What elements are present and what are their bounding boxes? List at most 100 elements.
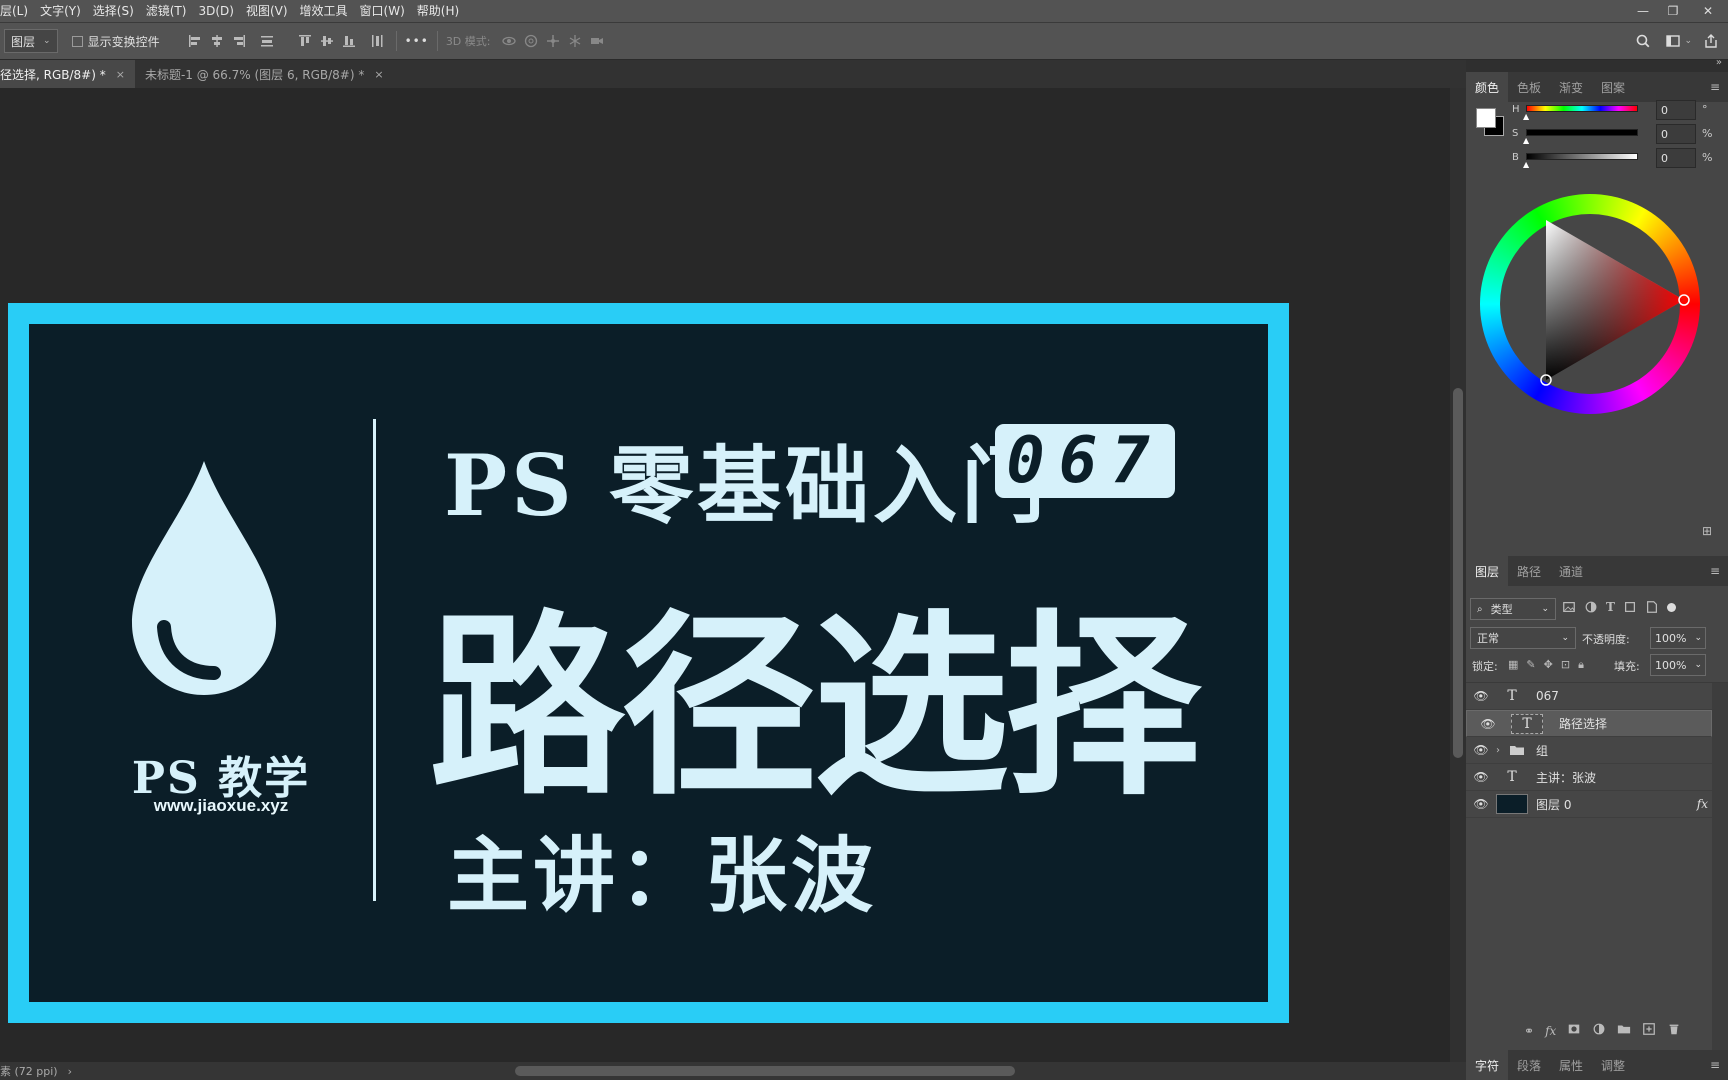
link-layers-icon[interactable]: ⚭: [1524, 1024, 1534, 1038]
tab-properties[interactable]: 属性: [1550, 1050, 1592, 1080]
color-triangle[interactable]: [1480, 194, 1700, 414]
layer-row-067[interactable]: 👁︎ T 067: [1466, 683, 1712, 710]
3d-orbit-icon[interactable]: [498, 30, 520, 52]
vertical-scrollbar[interactable]: [1450, 88, 1466, 1062]
workspace-icon[interactable]: [1662, 30, 1684, 52]
3d-camera-icon[interactable]: [586, 30, 608, 52]
menu-select[interactable]: 选择(S): [87, 0, 140, 22]
opacity-input[interactable]: 100% ⌄: [1650, 627, 1706, 649]
restore-button[interactable]: ❐: [1658, 0, 1688, 22]
tab-paragraph[interactable]: 段落: [1508, 1050, 1550, 1080]
tab-swatches[interactable]: 色板: [1508, 72, 1550, 102]
panel-menu-icon[interactable]: ≡: [1710, 564, 1728, 578]
tab-channels[interactable]: 通道: [1550, 556, 1592, 586]
foreground-swatch[interactable]: [1476, 108, 1496, 128]
delete-layer-icon[interactable]: [1667, 1022, 1681, 1039]
filter-toggle-icon[interactable]: [1666, 602, 1676, 612]
add-icon[interactable]: ⊞: [1702, 524, 1712, 538]
tab-document-2[interactable]: 未标题-1 @ 66.7% (图层 6, RGB/8#) * ×: [135, 60, 394, 88]
minimize-button[interactable]: —: [1628, 0, 1658, 22]
3d-slide-icon[interactable]: [564, 30, 586, 52]
new-layer-icon[interactable]: [1642, 1022, 1656, 1039]
saturation-value[interactable]: 0: [1656, 124, 1696, 144]
tab-gradients[interactable]: 渐变: [1550, 72, 1592, 102]
lock-position-icon[interactable]: ✥: [1544, 658, 1553, 672]
visibility-eye-icon[interactable]: 👁︎: [1466, 743, 1496, 757]
scroll-thumb[interactable]: [1453, 388, 1463, 758]
layer-filter-dropdown[interactable]: ⌕ 类型 ⌄: [1470, 598, 1556, 620]
color-wheel[interactable]: [1480, 194, 1700, 414]
menu-layer[interactable]: 层(L): [0, 0, 34, 22]
share-icon[interactable]: [1700, 30, 1722, 52]
fill-input[interactable]: 100% ⌄: [1650, 654, 1706, 676]
brightness-value[interactable]: 0: [1656, 148, 1696, 168]
slider-handle-icon[interactable]: ▲: [1523, 136, 1529, 145]
distribute-icon[interactable]: [256, 30, 278, 52]
align-center-h-icon[interactable]: [206, 30, 228, 52]
tab-document-1[interactable]: 径选择, RGB/8#) * ×: [0, 60, 135, 88]
panel-menu-icon[interactable]: ≡: [1710, 1058, 1728, 1072]
menu-view[interactable]: 视图(V): [240, 0, 294, 22]
menu-type[interactable]: 文字(Y): [34, 0, 87, 22]
layer-row-group[interactable]: 👁︎ › 组: [1466, 737, 1712, 764]
tab-character[interactable]: 字符: [1466, 1050, 1509, 1080]
horizontal-scroll-thumb[interactable]: [515, 1066, 1015, 1076]
panel-menu-icon[interactable]: ≡: [1710, 80, 1728, 94]
canvas-area[interactable]: PS 教学 www.jiaoxue.xyz PS 零基础入门 067 路径选择 …: [0, 88, 1450, 1062]
close-window-button[interactable]: ✕: [1688, 0, 1728, 22]
filter-smart-object-icon[interactable]: [1645, 600, 1659, 614]
auto-select-target-dropdown[interactable]: 图层 ⌄: [4, 29, 58, 53]
lock-all-icon[interactable]: 🔒︎: [1578, 658, 1584, 672]
search-icon[interactable]: [1632, 30, 1654, 52]
filter-adjustment-icon[interactable]: [1584, 600, 1598, 614]
blend-mode-dropdown[interactable]: 正常 ⌄: [1470, 627, 1576, 649]
hue-slider[interactable]: [1526, 105, 1638, 112]
tab-adjustments[interactable]: 调整: [1592, 1050, 1634, 1080]
align-left-icon[interactable]: [184, 30, 206, 52]
close-icon[interactable]: ×: [374, 68, 383, 81]
lock-transparent-icon[interactable]: ▦: [1508, 658, 1518, 672]
adjustment-layer-icon[interactable]: [1592, 1022, 1606, 1039]
saturation-slider[interactable]: [1526, 129, 1638, 136]
3d-roll-icon[interactable]: [520, 30, 542, 52]
show-transform-checkbox[interactable]: [71, 35, 83, 47]
menu-help[interactable]: 帮助(H): [411, 0, 465, 22]
menu-3d[interactable]: 3D(D): [192, 0, 239, 22]
expand-chevron-icon[interactable]: ›: [1496, 745, 1506, 756]
lock-artboard-icon[interactable]: ⊡: [1561, 658, 1570, 672]
distribute-v-icon[interactable]: [366, 30, 388, 52]
new-group-icon[interactable]: [1617, 1022, 1631, 1039]
hue-value[interactable]: 0: [1656, 100, 1696, 120]
visibility-eye-icon[interactable]: 👁︎: [1466, 797, 1496, 811]
tab-color[interactable]: 颜色: [1466, 72, 1509, 102]
tab-patterns[interactable]: 图案: [1592, 72, 1634, 102]
layer-row-presenter[interactable]: 👁︎ T 主讲：张波: [1466, 764, 1712, 791]
chevron-down-icon[interactable]: ⌄: [1684, 36, 1692, 46]
visibility-eye-icon[interactable]: 👁︎: [1466, 770, 1496, 784]
close-icon[interactable]: ×: [116, 68, 125, 81]
menu-plugins[interactable]: 增效工具: [294, 0, 354, 22]
align-right-icon[interactable]: [228, 30, 250, 52]
slider-handle-icon[interactable]: ▲: [1523, 112, 1529, 121]
add-mask-icon[interactable]: [1567, 1022, 1581, 1039]
collapse-icon[interactable]: »: [1716, 57, 1722, 68]
visibility-eye-icon[interactable]: 👁︎: [1473, 717, 1503, 731]
3d-pan-icon[interactable]: [542, 30, 564, 52]
filter-pixel-icon[interactable]: [1562, 600, 1576, 614]
menu-filter[interactable]: 滤镜(T): [140, 0, 193, 22]
align-top-icon[interactable]: [294, 30, 316, 52]
tab-layers[interactable]: 图层: [1466, 556, 1509, 586]
tab-paths[interactable]: 路径: [1508, 556, 1550, 586]
lock-brush-icon[interactable]: ✎: [1526, 658, 1535, 672]
layer-row-background[interactable]: 👁︎ 图层 0 fx: [1466, 791, 1712, 818]
more-options-button[interactable]: •••: [405, 34, 429, 48]
filter-type-icon[interactable]: T: [1606, 600, 1615, 614]
slider-handle-icon[interactable]: ▲: [1523, 160, 1529, 169]
fx-icon[interactable]: fx: [1697, 797, 1708, 811]
layer-row-title[interactable]: 👁︎ T 路径选择: [1466, 710, 1712, 737]
filter-shape-icon[interactable]: [1623, 600, 1637, 614]
visibility-eye-icon[interactable]: 👁︎: [1466, 689, 1496, 703]
layers-scrollbar[interactable]: [1712, 683, 1728, 1080]
brightness-slider[interactable]: [1526, 153, 1638, 160]
add-style-icon[interactable]: fx: [1545, 1024, 1556, 1038]
